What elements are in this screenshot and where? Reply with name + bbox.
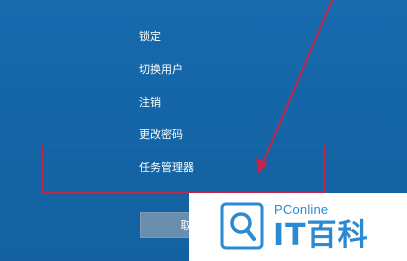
- ctrl-alt-del-screen: 锁定 切换用户 注销 更改密码 任务管理器 取 PConline IT百科: [0, 0, 407, 261]
- cancel-button-label: 取: [180, 219, 192, 232]
- menu-item-sign-out[interactable]: 注销: [139, 96, 161, 110]
- magnifier-logo-icon: [220, 202, 264, 250]
- task-manager-highlight-box: [42, 145, 325, 193]
- watermark-brand: IT百科: [273, 218, 369, 253]
- menu-item-lock[interactable]: 锁定: [139, 30, 161, 44]
- menu-item-change-password[interactable]: 更改密码: [139, 128, 183, 142]
- watermark-site-name: PConline: [274, 202, 329, 217]
- menu-item-switch-user[interactable]: 切换用户: [139, 63, 183, 77]
- pconline-watermark: PConline IT百科: [189, 193, 407, 261]
